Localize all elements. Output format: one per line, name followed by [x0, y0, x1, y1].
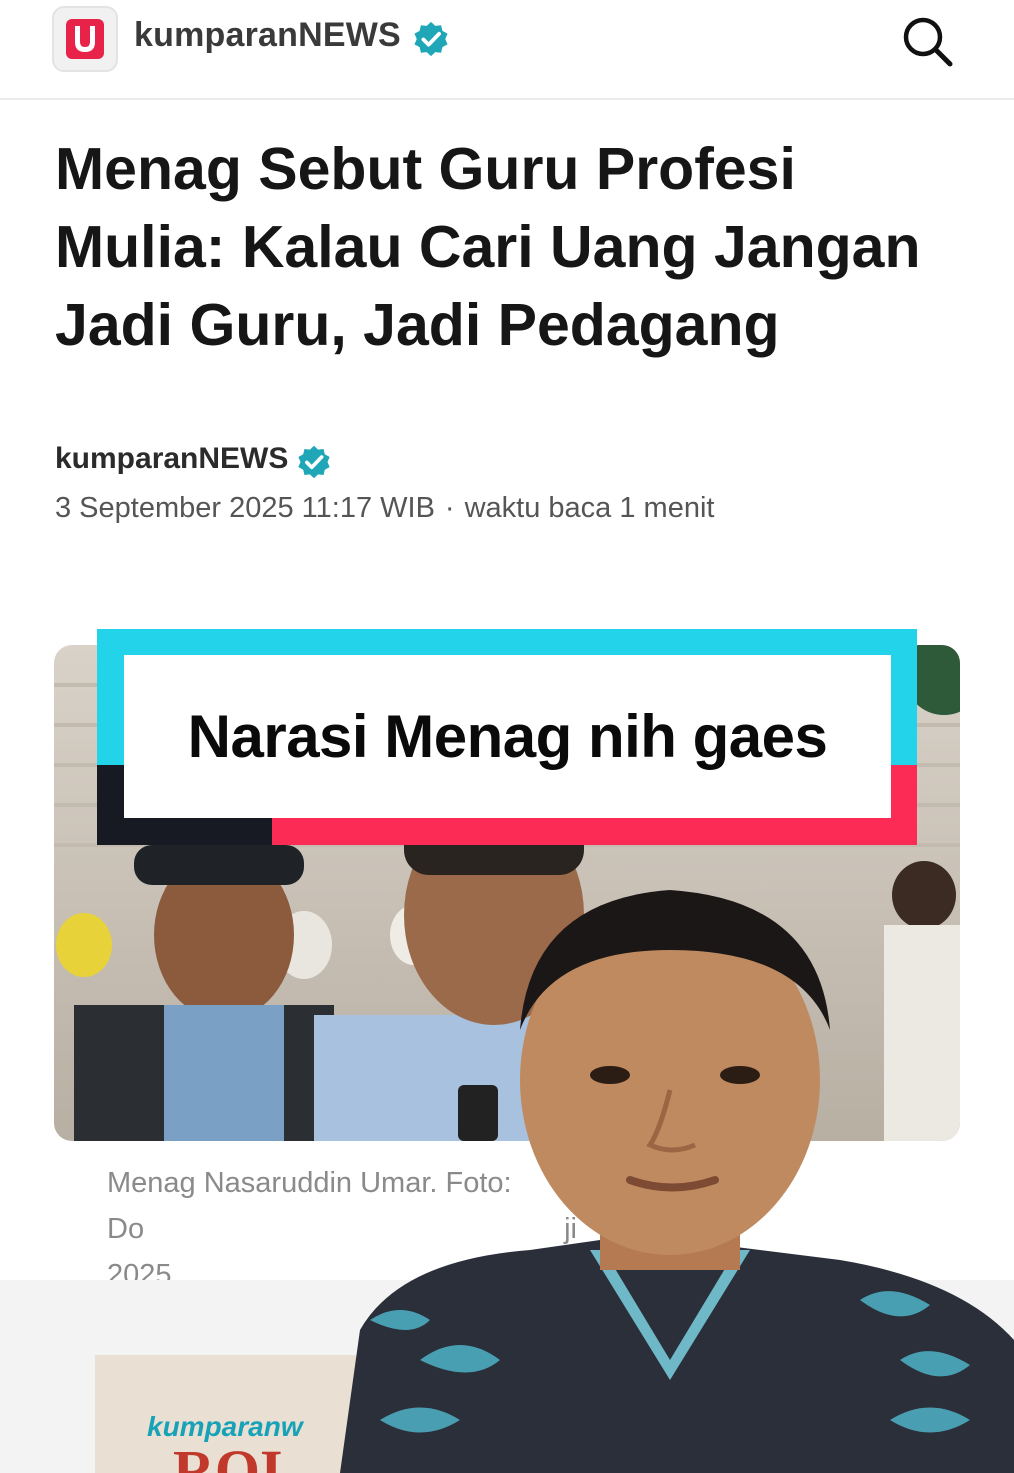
presenter-overlay: [340, 890, 1014, 1473]
search-icon: [903, 17, 953, 67]
ad-title: ROI: [173, 1438, 283, 1473]
author-name[interactable]: kumparanNEWS: [55, 442, 288, 476]
verified-badge-icon: [414, 21, 448, 57]
app-header: kumparanNEWS: [0, 0, 1014, 100]
kumparan-logo[interactable]: [52, 6, 118, 72]
kumparan-logo-icon: [66, 19, 104, 59]
search-button[interactable]: [896, 10, 958, 72]
overlay-banner-text: Narasi Menag nih gaes: [187, 703, 828, 770]
overlay-banner: Narasi Menag nih gaes: [124, 655, 891, 818]
brand-name[interactable]: kumparanNEWS: [134, 16, 401, 55]
verified-badge-icon: [298, 445, 330, 479]
article-headline: Menag Sebut Guru Profesi Mulia: Kalau Ca…: [55, 136, 921, 358]
meta-separator: ·: [444, 492, 455, 524]
article-meta: 3 September 2025 11:17 WIB · waktu baca 1 …: [55, 492, 714, 525]
read-time: waktu baca 1 menit: [464, 492, 715, 524]
publish-date: 3 September 2025 11:17 WIB: [55, 492, 435, 524]
